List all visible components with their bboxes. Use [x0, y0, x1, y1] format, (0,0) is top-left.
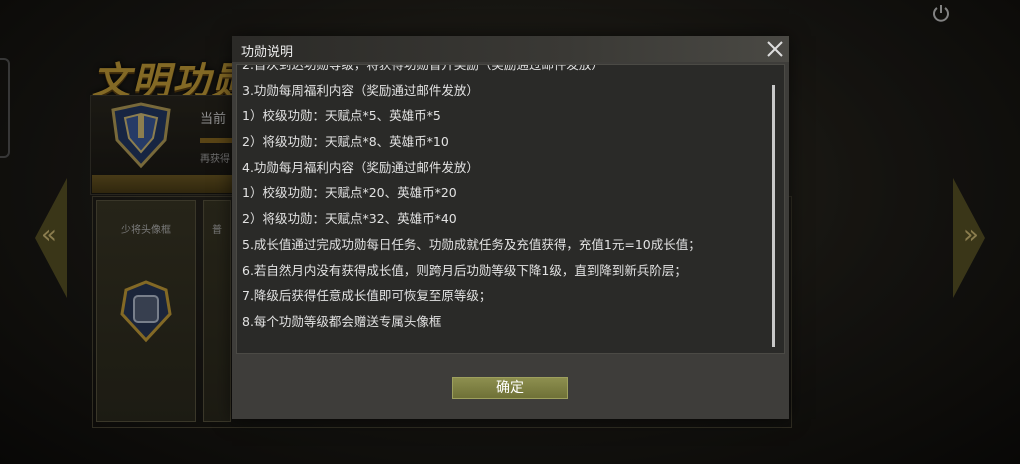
dialog-header: 功勋说明: [232, 36, 789, 62]
description-scroll-area[interactable]: 2.首次到达功勋等级，将获得功勋晋升奖励（奖励通过邮件发放） 3.功勋每周福利内…: [236, 64, 785, 354]
description-line: 2.首次到达功勋等级，将获得功勋晋升奖励（奖励通过邮件发放）: [242, 64, 604, 72]
merit-description-dialog: 功勋说明 2.首次到达功勋等级，将获得功勋晋升奖励（奖励通过邮件发放） 3.功勋…: [232, 36, 789, 419]
description-list: 2.首次到达功勋等级，将获得功勋晋升奖励（奖励通过邮件发放） 3.功勋每周福利内…: [242, 64, 762, 335]
confirm-button[interactable]: 确定: [452, 377, 568, 399]
description-line: 1）校级功勋：天赋点*5、英雄币*5: [242, 108, 441, 124]
description-line: 7.降级后获得任意成长值即可恢复至原等级；: [242, 288, 492, 304]
description-line: 1）校级功勋：天赋点*20、英雄币*20: [242, 185, 457, 201]
dialog-title: 功勋说明: [241, 45, 294, 60]
description-line: 2）将级功勋：天赋点*32、英雄币*40: [242, 211, 457, 227]
close-icon[interactable]: [765, 39, 785, 59]
description-line: 5.成长值通过完成功勋每日任务、功勋成就任务及充值获得，充值1元=10成长值；: [242, 236, 701, 252]
description-line: 2）将级功勋：天赋点*8、英雄币*10: [242, 134, 449, 150]
scrollbar[interactable]: [772, 85, 775, 347]
description-line: 3.功勋每周福利内容（奖励通过邮件发放）: [242, 82, 479, 98]
description-line: 6.若自然月内没有获得成长值，则跨月后功勋等级下降1级，直到降到新兵阶层；: [242, 262, 687, 278]
description-line: 8.每个功勋等级都会赠送专属头像框: [242, 313, 442, 329]
description-line: 4.功勋每月福利内容（奖励通过邮件发放）: [242, 159, 479, 175]
